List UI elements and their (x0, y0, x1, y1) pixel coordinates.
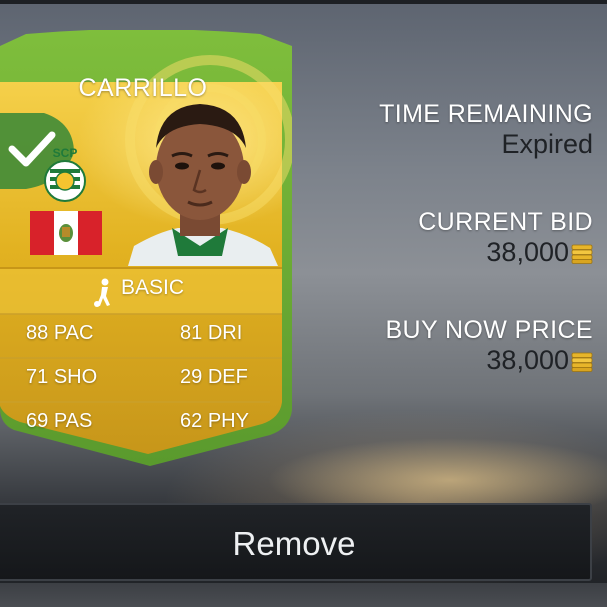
stat-label: PAC (53, 322, 94, 344)
stat-label: DRI (207, 322, 243, 344)
card-type-label: BASIC (121, 276, 185, 299)
stat-value: 88 (26, 322, 49, 344)
stat-dri: 81 DRI (180, 322, 242, 345)
buy-now-row: 38,000 (385, 345, 593, 375)
club-crest-icon: SCP (44, 146, 86, 202)
player-silhouette-icon (94, 278, 110, 307)
current-bid-label: CURRENT BID (418, 208, 593, 236)
stat-value: 71 (26, 366, 49, 388)
stat-value: 81 (180, 322, 203, 344)
stat-value: 29 (180, 366, 203, 388)
coins-icon (571, 352, 593, 372)
stat-pac: 88 PAC (26, 322, 93, 345)
club-badge-text: SCP (53, 146, 78, 160)
stat-label: SHO (53, 366, 98, 388)
peru-flag-icon (30, 211, 102, 255)
buy-now-label: BUY NOW PRICE (385, 316, 593, 344)
stat-phy: 62 PHY (180, 410, 249, 433)
remove-button[interactable]: Remove (0, 503, 592, 581)
stat-sho: 71 SHO (26, 366, 97, 389)
player-photo (128, 104, 278, 266)
current-bid-value: 38,000 (486, 237, 569, 267)
buy-now-block: BUY NOW PRICE 38,000 (385, 316, 593, 375)
top-divider (0, 0, 607, 4)
stat-pas: 69 PAS (26, 410, 92, 433)
stat-value: 62 (180, 410, 203, 432)
buy-now-value: 38,000 (486, 345, 569, 375)
stat-def: 29 DEF (180, 366, 248, 389)
time-remaining-block: TIME REMAINING Expired (379, 100, 593, 159)
time-remaining-value: Expired (501, 129, 593, 159)
stat-label: PHY (207, 410, 249, 432)
current-bid-row: 38,000 (418, 237, 593, 267)
current-bid-block: CURRENT BID 38,000 (418, 208, 593, 267)
stat-value: 69 (26, 410, 49, 432)
stat-label: PAS (53, 410, 93, 432)
time-remaining-label: TIME REMAINING (379, 100, 593, 128)
stat-label: DEF (207, 366, 248, 388)
bottom-strip (0, 583, 607, 607)
coins-icon (571, 244, 593, 264)
